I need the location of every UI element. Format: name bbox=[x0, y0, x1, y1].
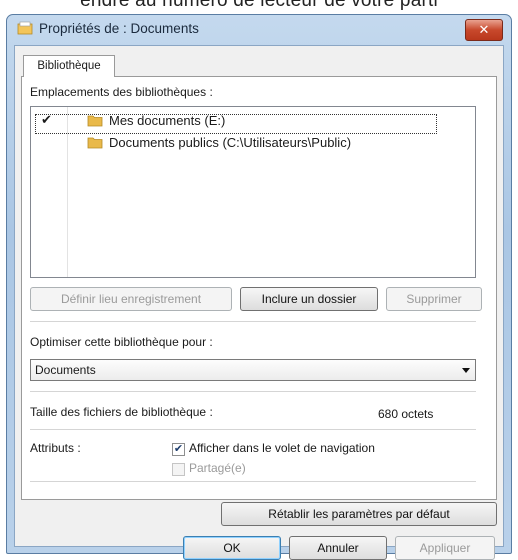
list-item[interactable]: ✔ Mes documents (E:) bbox=[31, 111, 475, 134]
show-in-navigation-label[interactable]: Afficher dans le volet de navigation bbox=[189, 441, 375, 455]
list-item-label: Documents publics (C:\Utilisateurs\Publi… bbox=[109, 135, 352, 150]
separator bbox=[30, 481, 476, 482]
chevron-down-icon bbox=[462, 368, 470, 373]
library-folder-icon bbox=[17, 21, 33, 35]
remove-button[interactable]: Supprimer bbox=[386, 287, 482, 311]
cancel-button[interactable]: Annuler bbox=[289, 536, 387, 560]
optimize-label: Optimiser cette bibliothèque pour : bbox=[30, 335, 213, 349]
size-label: Taille des fichiers de bibliothèque : bbox=[30, 405, 213, 419]
size-value: 680 octets bbox=[378, 407, 434, 421]
separator bbox=[30, 429, 476, 430]
show-in-navigation-checkbox[interactable]: ✔ bbox=[172, 443, 185, 456]
shared-checkbox[interactable] bbox=[172, 463, 185, 476]
optimize-dropdown[interactable]: Documents bbox=[30, 359, 476, 381]
title-bar[interactable]: Propriétés de : Documents ✕ bbox=[7, 15, 511, 45]
separator bbox=[30, 391, 476, 392]
apply-button[interactable]: Appliquer bbox=[395, 536, 495, 560]
shared-label[interactable]: Partagé(e) bbox=[189, 461, 246, 475]
window-title: Propriétés de : Documents bbox=[39, 21, 199, 36]
include-folder-button[interactable]: Inclure un dossier bbox=[240, 287, 378, 311]
default-location-check-icon: ✔ bbox=[41, 112, 52, 127]
properties-dialog: Propriétés de : Documents ✕ Bibliothèque… bbox=[6, 14, 512, 560]
folder-icon bbox=[87, 137, 103, 149]
attributes-label: Attributs : bbox=[30, 441, 81, 455]
optimize-selected-value: Documents bbox=[35, 363, 96, 377]
locations-list[interactable]: ✔ Mes documents (E:) Documents publics (… bbox=[30, 106, 476, 278]
restore-defaults-button[interactable]: Rétablir les paramètres par défaut bbox=[221, 502, 497, 526]
locations-label: Emplacements des bibliothèques : bbox=[30, 85, 213, 99]
close-button[interactable]: ✕ bbox=[465, 19, 503, 41]
set-save-location-button[interactable]: Définir lieu enregistrement bbox=[30, 287, 232, 311]
ok-button[interactable]: OK bbox=[183, 536, 281, 560]
library-tab-panel: Emplacements des bibliothèques : ✔ Mes d… bbox=[21, 76, 497, 500]
folder-icon bbox=[87, 115, 103, 127]
list-item[interactable]: Documents publics (C:\Utilisateurs\Publi… bbox=[31, 133, 475, 153]
tab-library[interactable]: Bibliothèque bbox=[23, 55, 115, 77]
dialog-client: Bibliothèque Emplacements des bibliothèq… bbox=[14, 45, 504, 560]
separator bbox=[30, 321, 476, 322]
list-item-label: Mes documents (E:) bbox=[109, 113, 226, 128]
